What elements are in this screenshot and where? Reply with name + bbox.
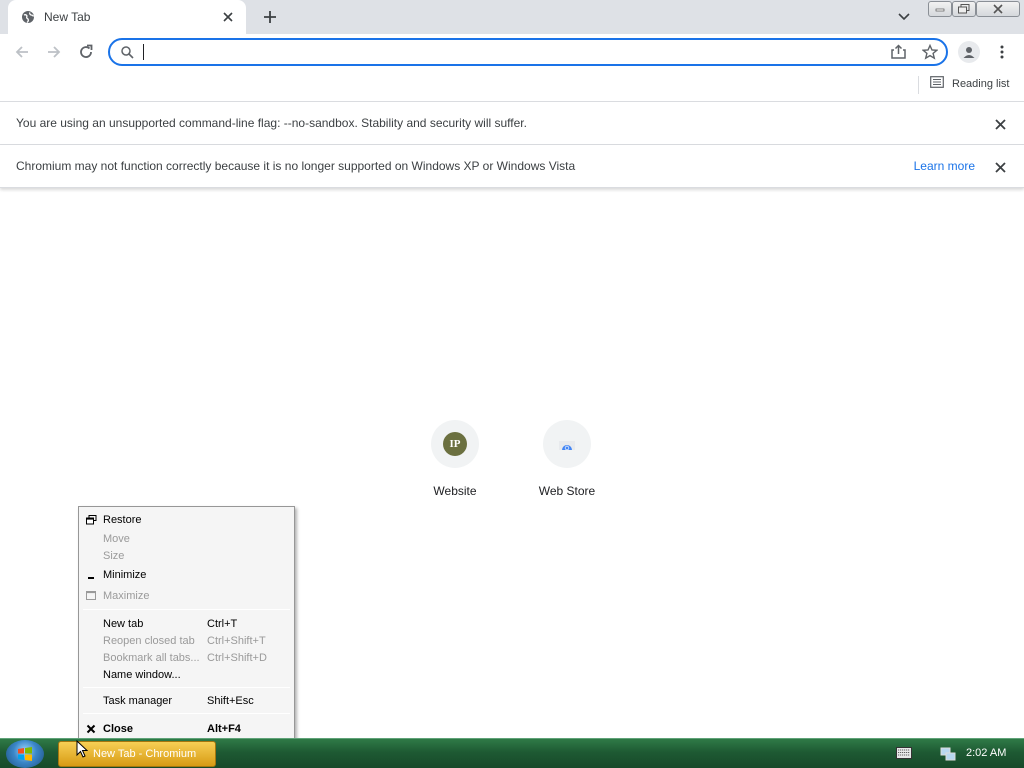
menu-item-label: Size xyxy=(103,550,125,562)
menu-item-shortcut: Ctrl+T xyxy=(207,618,238,630)
menu-item-reopen-closed-tab[interactable]: Reopen closed tab Ctrl+Shift+T xyxy=(81,632,292,650)
reading-list-button[interactable]: Reading list xyxy=(930,76,1009,91)
menu-separator xyxy=(83,687,290,688)
menu-item-close[interactable]: Close Alt+F4 xyxy=(81,720,292,738)
menu-item-label: Reopen closed tab xyxy=(103,635,195,647)
reading-list-icon xyxy=(930,76,944,91)
menu-item-restore[interactable]: Restore xyxy=(81,511,292,529)
restore-window-button[interactable] xyxy=(952,1,976,17)
forward-arrow-icon[interactable] xyxy=(43,41,65,63)
menu-item-label: Bookmark all tabs... xyxy=(103,652,200,664)
toolbar xyxy=(0,34,1024,70)
share-icon[interactable] xyxy=(890,44,908,63)
shortcut-label: Website xyxy=(433,484,477,498)
minimize-window-button[interactable] xyxy=(928,1,952,17)
menu-separator xyxy=(83,713,290,714)
clock: 2:02 AM xyxy=(966,747,1007,759)
window-context-menu: Restore Move Size Minimize Maximize New … xyxy=(78,506,295,742)
restore-icon xyxy=(84,513,98,527)
close-icon xyxy=(84,722,98,736)
infobar-sandbox-warning: You are using an unsupported command-lin… xyxy=(0,102,1024,145)
menu-item-label: Task manager xyxy=(103,695,173,707)
infobar-text: Chromium may not function correctly beca… xyxy=(16,159,576,173)
close-window-button[interactable] xyxy=(976,1,1020,17)
maximize-icon xyxy=(84,589,98,603)
menu-item-maximize[interactable]: Maximize xyxy=(81,587,292,605)
menu-item-shortcut: Ctrl+Shift+D xyxy=(207,652,267,664)
close-tab-icon[interactable] xyxy=(220,9,236,25)
menu-item-move[interactable]: Move xyxy=(81,530,292,548)
menu-item-label: Name window... xyxy=(103,669,181,681)
windows-logo-icon xyxy=(18,747,32,761)
learn-more-link[interactable]: Learn more xyxy=(914,159,975,173)
menu-item-name-window[interactable]: Name window... xyxy=(81,666,292,684)
reload-icon[interactable] xyxy=(75,41,97,63)
screen: New Tab Reading list You are using an un… xyxy=(0,0,1024,768)
tab-title: New Tab xyxy=(44,10,91,24)
close-icon[interactable] xyxy=(992,116,1008,132)
close-icon[interactable] xyxy=(992,159,1008,175)
menu-item-task-manager[interactable]: Task manager Shift+Esc xyxy=(81,692,292,710)
shortcut-label: Web Store xyxy=(538,484,596,498)
shortcut-tile-web-store[interactable]: Web Store xyxy=(511,420,623,498)
keyboard-icon[interactable] xyxy=(896,747,912,762)
menu-item-label: Maximize xyxy=(103,590,150,602)
mouse-pointer-icon xyxy=(76,739,89,761)
tab-search-chevron-icon[interactable] xyxy=(894,8,914,26)
menu-item-shortcut: Ctrl+Shift+T xyxy=(207,635,266,647)
web-store-icon xyxy=(557,435,577,454)
menu-item-shortcut: Shift+Esc xyxy=(207,695,254,707)
bookmark-star-icon[interactable] xyxy=(921,43,939,63)
back-arrow-icon[interactable] xyxy=(11,41,33,63)
bookmarks-separator xyxy=(918,76,919,94)
menu-item-label: Move xyxy=(103,533,130,545)
network-icon[interactable] xyxy=(940,747,956,764)
omnibox[interactable] xyxy=(108,38,948,66)
new-tab-button[interactable] xyxy=(258,6,282,28)
menu-item-new-tab[interactable]: New tab Ctrl+T xyxy=(81,615,292,633)
profile-avatar-icon[interactable] xyxy=(958,41,980,63)
menu-item-label: New tab xyxy=(103,618,144,630)
menu-item-label: Close xyxy=(103,723,133,735)
menu-item-label: Minimize xyxy=(103,569,147,581)
taskbar-item-label: New Tab - Chromium xyxy=(93,748,197,760)
globe-icon xyxy=(20,9,36,25)
menu-separator xyxy=(83,609,290,610)
infobar-text: You are using an unsupported command-lin… xyxy=(16,116,527,130)
text-caret xyxy=(143,44,144,60)
start-button[interactable] xyxy=(6,740,44,768)
menu-item-shortcut: Alt+F4 xyxy=(207,723,241,735)
menu-item-label: Restore xyxy=(103,514,142,526)
bookmarks-bar: Reading list xyxy=(0,70,1024,102)
taskbar: New Tab - Chromium 2:02 AM xyxy=(0,738,1024,768)
shortcut-tile-website[interactable]: IP Website xyxy=(399,420,511,498)
menu-item-bookmark-all-tabs[interactable]: Bookmark all tabs... Ctrl+Shift+D xyxy=(81,649,292,667)
tab-strip: New Tab xyxy=(0,0,1024,34)
menu-item-minimize[interactable]: Minimize xyxy=(81,566,292,584)
shortcut-icon-circle xyxy=(543,420,591,468)
reading-list-label: Reading list xyxy=(952,77,1010,90)
menu-item-size[interactable]: Size xyxy=(81,547,292,565)
minimize-icon xyxy=(84,568,98,582)
search-icon xyxy=(120,45,134,62)
shortcut-icon-circle: IP xyxy=(431,420,479,468)
address-input[interactable] xyxy=(142,43,872,61)
website-favicon-icon: IP xyxy=(443,432,467,456)
tab-new-tab[interactable]: New Tab xyxy=(8,0,246,34)
kebab-menu-icon[interactable] xyxy=(994,41,1010,63)
infobar-unsupported-os: Chromium may not function correctly beca… xyxy=(0,145,1024,188)
